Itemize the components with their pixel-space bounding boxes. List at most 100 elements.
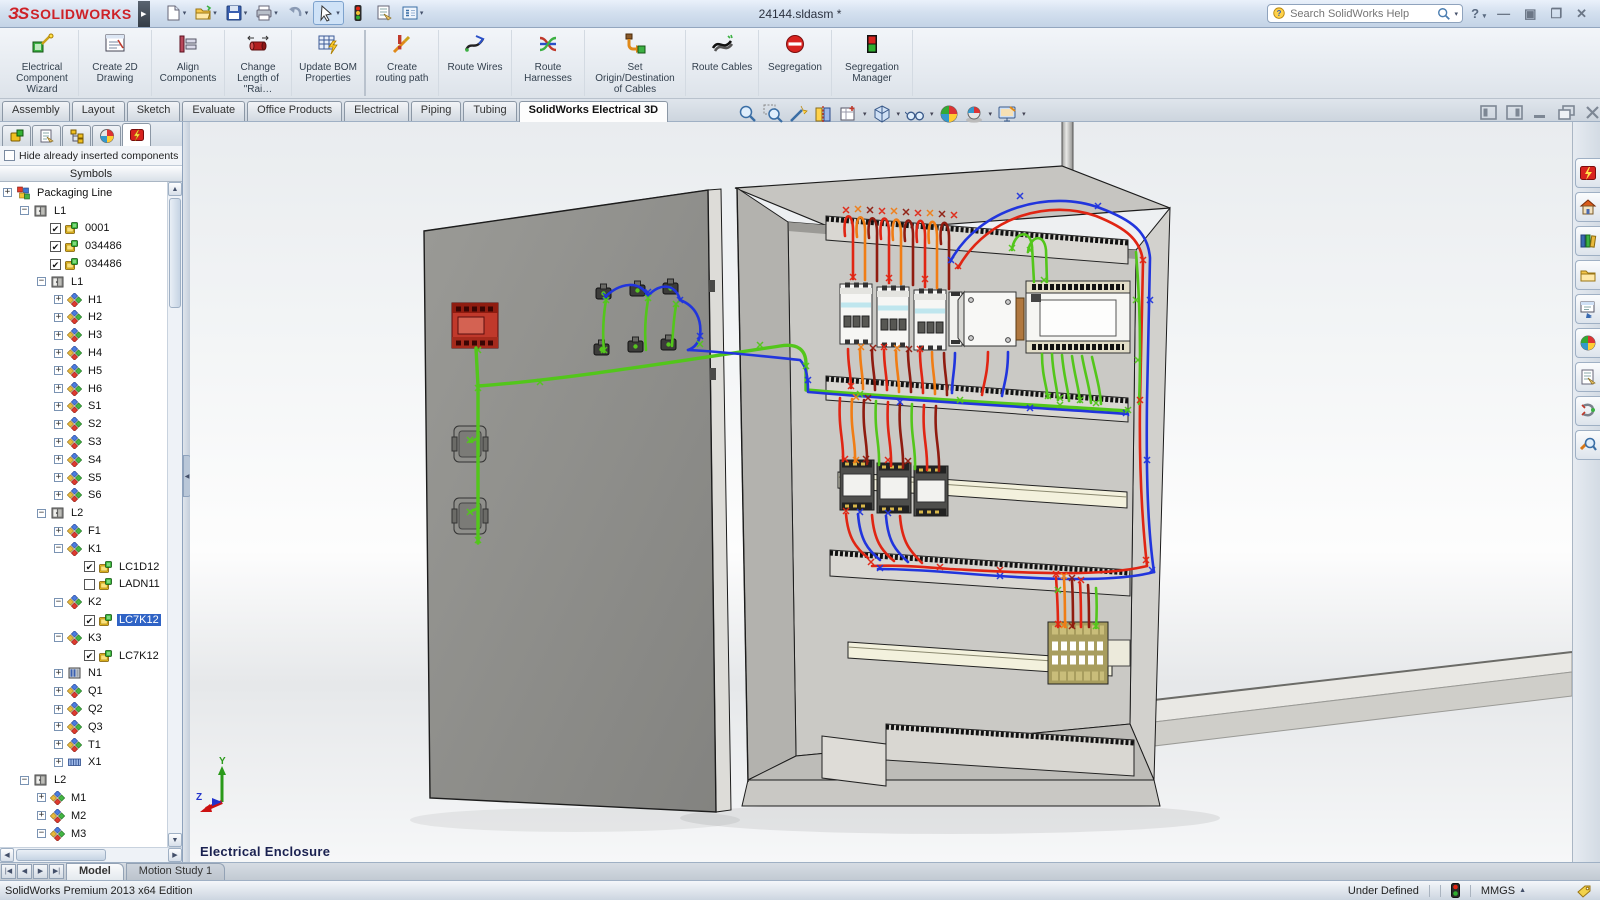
tree-item-034486[interactable]: ✔034486 <box>0 255 167 273</box>
appearances-icon[interactable] <box>939 104 959 124</box>
appearances-scenes-icon[interactable] <box>1575 328 1600 358</box>
ribbon-segregation-manager-button[interactable]: Segregation Manager <box>832 30 913 96</box>
tab-layout[interactable]: Layout <box>72 101 125 121</box>
ribbon-update-bom-properties-button[interactable]: Update BOM Properties <box>292 30 366 96</box>
tree-item-f1[interactable]: +F1 <box>0 522 167 540</box>
tree-expand-toggle[interactable]: + <box>37 793 46 802</box>
status-traffic-light-icon[interactable] <box>1451 883 1460 898</box>
tab-motion-study-1[interactable]: Motion Study 1 <box>126 863 225 880</box>
tree-item-checkbox[interactable]: ✔ <box>84 561 95 572</box>
search-input[interactable] <box>1290 8 1432 20</box>
tree-item-checkbox[interactable] <box>84 579 95 590</box>
clamp-tool-icon[interactable] <box>1575 396 1600 426</box>
select-button[interactable]: ▾ <box>313 1 344 25</box>
tree-item-lc1d12[interactable]: ✔LC1D12 <box>0 558 167 576</box>
task-pane-button[interactable]: ▾ <box>398 2 427 24</box>
ribbon-route-cables-button[interactable]: Route Cables <box>686 30 759 96</box>
tree-expand-toggle[interactable]: + <box>54 455 63 464</box>
tree-expand-toggle[interactable]: − <box>54 633 63 642</box>
hscroll-thumb[interactable] <box>16 849 106 861</box>
tree-item-h4[interactable]: +H4 <box>0 344 167 362</box>
tree-expand-toggle[interactable]: + <box>54 722 63 731</box>
tree-expand-toggle[interactable]: + <box>54 366 63 375</box>
tree-expand-toggle[interactable]: + <box>54 331 63 340</box>
tree-expand-toggle[interactable]: + <box>54 473 63 482</box>
right-pane-toggle-icon[interactable] <box>1506 105 1523 120</box>
custom-properties-icon[interactable] <box>1575 362 1600 392</box>
tree-item-k1[interactable]: −K1 <box>0 540 167 558</box>
tree-item-x1[interactable]: +X1 <box>0 754 167 772</box>
tree-expand-toggle[interactable]: − <box>37 277 46 286</box>
tree-expand-toggle[interactable]: − <box>20 206 29 215</box>
tree-expand-toggle[interactable]: + <box>54 295 63 304</box>
view-palette-icon[interactable] <box>1575 294 1600 324</box>
tab-properties-icon[interactable] <box>32 125 61 146</box>
tree-expand-toggle[interactable]: + <box>54 669 63 678</box>
tree-expand-toggle[interactable]: + <box>3 188 12 197</box>
first-sheet-button[interactable]: |◀ <box>1 864 16 879</box>
graphics-area[interactable]: Y Z Electrical Enclosure <box>190 122 1572 862</box>
display-style-icon[interactable] <box>872 104 892 124</box>
save-button[interactable]: ▾ <box>222 2 251 24</box>
tree-item-t1[interactable]: +T1 <box>0 736 167 754</box>
ribbon-route-wires-button[interactable]: Route Wires <box>439 30 512 96</box>
ribbon-create-2d-drawing-button[interactable]: Create 2D Drawing <box>79 30 152 96</box>
tree-expand-toggle[interactable]: + <box>54 705 63 714</box>
scroll-up-button[interactable]: ▲ <box>168 182 182 196</box>
door-red-device[interactable] <box>452 303 498 348</box>
tree-item-checkbox[interactable]: ✔ <box>84 615 95 626</box>
tab-structure-icon[interactable] <box>62 125 91 146</box>
scroll-down-button[interactable]: ▼ <box>168 833 182 847</box>
tree-item-lc7k12[interactable]: ✔LC7K12 <box>0 611 167 629</box>
ribbon-set-origin-destination-of-cables-button[interactable]: Set Origin/Destination of Cables <box>585 30 686 96</box>
tab-office-products[interactable]: Office Products <box>247 101 342 121</box>
prev-sheet-button[interactable]: ◀ <box>17 864 32 879</box>
solidworks-electrical-icon[interactable] <box>1575 158 1600 188</box>
tree-item-ladn11[interactable]: LADN11 <box>0 576 167 594</box>
tree-expand-toggle[interactable]: + <box>54 349 63 358</box>
tree-item-m3[interactable]: −M3 <box>0 825 167 843</box>
scroll-thumb[interactable] <box>169 198 181 308</box>
view-orientation-dropdown-icon[interactable]: ▾ <box>863 110 867 118</box>
hide-inserted-checkbox[interactable] <box>4 150 15 161</box>
hide-show-items-icon[interactable] <box>905 104 925 124</box>
tree-expand-toggle[interactable]: + <box>54 313 63 322</box>
left-pane-toggle-icon[interactable] <box>1480 105 1497 120</box>
tree-expand-toggle[interactable]: + <box>54 402 63 411</box>
tab-piping[interactable]: Piping <box>411 101 462 121</box>
contactors[interactable] <box>840 460 948 516</box>
tree-item-0001[interactable]: ✔0001 <box>0 220 167 238</box>
tree-item-h5[interactable]: +H5 <box>0 362 167 380</box>
tree-item-n1[interactable]: +N1 <box>0 665 167 683</box>
tab-solidworks-electrical-icon[interactable] <box>122 123 151 146</box>
tree-item-l2[interactable]: −L2 <box>0 504 167 522</box>
tree-expand-toggle[interactable]: − <box>54 544 63 553</box>
circuit-breakers[interactable] <box>840 284 962 350</box>
doc-minimize-icon[interactable] <box>1532 105 1549 120</box>
ribbon-segregation-button[interactable]: Segregation <box>759 30 832 96</box>
tree-vertical-scrollbar[interactable]: ▲ ▼ <box>167 182 182 847</box>
plc-module[interactable] <box>1026 281 1130 353</box>
tree-expand-toggle[interactable]: + <box>54 384 63 393</box>
open-button[interactable]: ▾ <box>191 2 220 24</box>
tree-item-s2[interactable]: +S2 <box>0 415 167 433</box>
tab-appearances-icon[interactable] <box>92 125 121 146</box>
tree-item-h2[interactable]: +H2 <box>0 309 167 327</box>
main-contactor[interactable] <box>958 292 1024 346</box>
tab-evaluate[interactable]: Evaluate <box>182 101 245 121</box>
tree-item-lc7k12[interactable]: ✔LC7K12 <box>0 647 167 665</box>
tree-item-s1[interactable]: +S1 <box>0 398 167 416</box>
doc-close-icon[interactable] <box>1584 105 1600 120</box>
tree-expand-toggle[interactable]: + <box>54 740 63 749</box>
tree-item-checkbox[interactable]: ✔ <box>84 650 95 661</box>
tree-item-checkbox[interactable]: ✔ <box>50 241 61 252</box>
tree-item-m1[interactable]: +M1 <box>0 789 167 807</box>
view-settings-dropdown-icon[interactable]: ▾ <box>1022 110 1026 118</box>
traffic-light-button[interactable] <box>346 2 370 24</box>
tab-electrical[interactable]: Electrical <box>344 101 409 121</box>
zoom-fit-icon[interactable] <box>738 104 758 124</box>
design-library-icon[interactable] <box>1575 226 1600 256</box>
tab-tubing[interactable]: Tubing <box>463 101 516 121</box>
tree-item-l1[interactable]: −L1 <box>0 273 167 291</box>
tree-item-s6[interactable]: +S6 <box>0 487 167 505</box>
